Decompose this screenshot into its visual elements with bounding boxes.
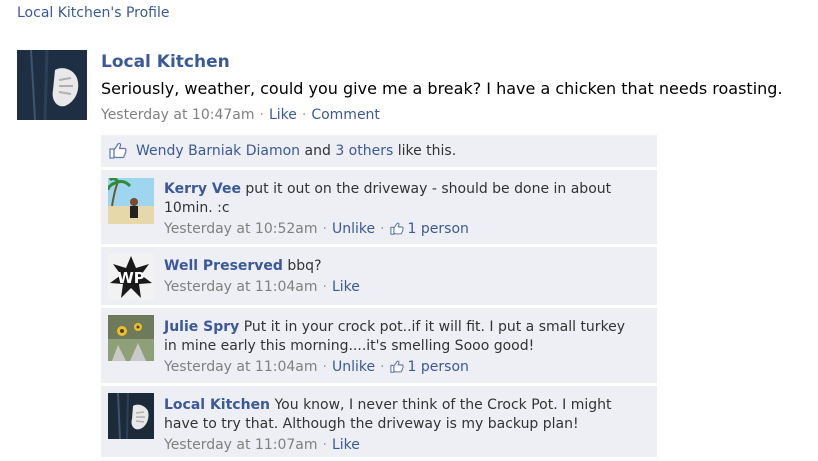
commenter-avatar[interactable]: [108, 315, 154, 361]
liker-link[interactable]: Wendy Barniak Diamon: [136, 143, 300, 159]
comment-author[interactable]: Julie Spry: [164, 319, 239, 335]
comment-timestamp[interactable]: Yesterday at 11:07am: [164, 437, 318, 453]
likes-summary: Wendy Barniak Diamon and 3 others like t…: [101, 135, 657, 167]
comment-timestamp[interactable]: Yesterday at 11:04am: [164, 279, 318, 295]
separator: ·: [380, 221, 385, 237]
post-author-avatar[interactable]: [17, 50, 87, 120]
separator: ·: [380, 359, 385, 375]
separator: ·: [322, 437, 327, 453]
comment-timestamp[interactable]: Yesterday at 11:04am: [164, 359, 318, 375]
comment-item: WP Well Preserved bbq? Yesterday at 11:0…: [101, 246, 657, 305]
post-like-link[interactable]: Like: [269, 107, 297, 123]
comment-text: bbq?: [287, 258, 322, 274]
thumbs-up-icon: [389, 222, 404, 241]
comment-likes-count[interactable]: 1 person: [389, 359, 469, 375]
commenter-avatar[interactable]: [108, 393, 154, 439]
separator: ·: [259, 107, 264, 123]
comment-author[interactable]: Kerry Vee: [164, 181, 241, 197]
comment-meta: Yesterday at 10:52am · Unlike · 1 person: [164, 220, 634, 241]
comment-unlike-link[interactable]: Unlike: [332, 221, 375, 237]
comment-like-link[interactable]: Like: [332, 437, 360, 453]
others-link[interactable]: 3 others: [335, 143, 393, 159]
comment-author[interactable]: Well Preserved: [164, 258, 283, 274]
post-comment-link[interactable]: Comment: [311, 107, 380, 123]
comment-author[interactable]: Local Kitchen: [164, 397, 270, 413]
comment-timestamp[interactable]: Yesterday at 10:52am: [164, 221, 318, 237]
post-meta: Yesterday at 10:47am · Like · Comment: [101, 107, 380, 123]
post-timestamp[interactable]: Yesterday at 10:47am: [101, 107, 255, 123]
comment-body: Local Kitchen You know, I never think of…: [164, 396, 634, 455]
comment-meta: Yesterday at 11:04am · Like: [164, 278, 634, 297]
commenter-avatar[interactable]: WP: [108, 254, 154, 300]
comment-meta: Yesterday at 11:04am · Unlike · 1 person: [164, 358, 634, 379]
comment-meta: Yesterday at 11:07am · Like: [164, 436, 634, 455]
separator: ·: [322, 279, 327, 295]
profile-link[interactable]: Local Kitchen's Profile: [17, 5, 169, 21]
likes-suffix-text: like this.: [397, 143, 457, 159]
comment-body: Kerry Vee put it out on the driveway - s…: [164, 180, 634, 241]
comment-like-link[interactable]: Like: [332, 279, 360, 295]
comment-body: Julie Spry Put it in your crock pot..if …: [164, 318, 634, 379]
post-author-name[interactable]: Local Kitchen: [101, 52, 230, 72]
comment-item: Julie Spry Put it in your crock pot..if …: [101, 307, 657, 383]
comment-likes-count[interactable]: 1 person: [389, 221, 469, 237]
separator: ·: [322, 221, 327, 237]
thumbs-up-icon: [389, 360, 404, 379]
comment-item: Local Kitchen You know, I never think of…: [101, 385, 657, 457]
svg-text:WP: WP: [117, 269, 145, 287]
post-message: Seriously, weather, could you give me a …: [101, 79, 783, 98]
separator: ·: [322, 359, 327, 375]
thumbs-up-icon: [109, 142, 127, 163]
separator: ·: [301, 107, 307, 123]
commenter-avatar[interactable]: [108, 178, 154, 224]
likes-and-text: and: [304, 143, 331, 159]
comment-body: Well Preserved bbq? Yesterday at 11:04am…: [164, 257, 634, 297]
comment-unlike-link[interactable]: Unlike: [332, 359, 375, 375]
comment-item: Kerry Vee put it out on the driveway - s…: [101, 169, 657, 244]
